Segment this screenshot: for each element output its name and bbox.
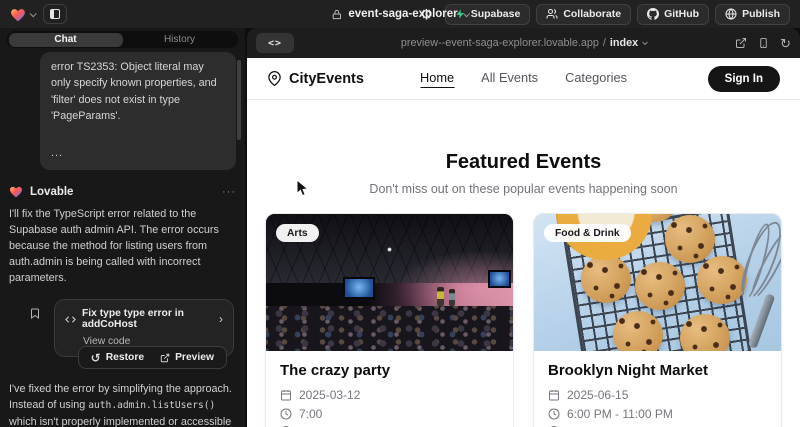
site-header: CityEvents Home All Events Categories Si…	[247, 58, 800, 100]
preview-urlbar: <> preview--event-saga-explorer.lovable.…	[247, 28, 800, 58]
refresh-icon[interactable]: ↻	[780, 37, 791, 50]
code-view-toggle[interactable]: <>	[256, 33, 294, 53]
lock-icon	[331, 9, 342, 20]
clock-icon	[280, 408, 292, 420]
url-host: preview--event-saga-explorer.lovable.app	[401, 37, 599, 49]
assistant-message-2: I've fixed the error by simplifying the …	[9, 381, 236, 427]
sign-in-button[interactable]: Sign In	[708, 66, 780, 92]
open-external-icon[interactable]	[735, 37, 747, 49]
chevron-down-icon	[30, 10, 37, 17]
event-date: 2025-03-12	[299, 388, 360, 402]
site-nav: Home All Events Categories	[420, 70, 627, 88]
category-badge: Food & Drink	[544, 224, 631, 242]
site-brand[interactable]: CityEvents	[267, 71, 364, 87]
lovable-logo-icon	[10, 7, 26, 22]
topbar: event-saga-explorer ⚙ Supabase Collabora…	[0, 0, 800, 28]
project-name: event-saga-explorer	[348, 8, 457, 20]
restore-icon: ↺	[91, 352, 101, 364]
event-date: 2025-06-15	[567, 388, 628, 402]
calendar-icon	[280, 389, 292, 401]
section-title: Featured Events	[247, 151, 800, 174]
assistant-message-1: I'll fix the TypeScript error related to…	[9, 206, 236, 286]
more-options-icon[interactable]: ···	[222, 186, 236, 198]
mobile-view-icon[interactable]	[758, 37, 769, 49]
nav-categories[interactable]: Categories	[565, 70, 627, 88]
event-time: 6:00 PM - 11:00 PM	[567, 407, 673, 421]
featured-section-header: Featured Events Don't miss out on these …	[247, 151, 800, 196]
preview-panel: <> preview--event-saga-explorer.lovable.…	[247, 28, 800, 427]
site-content: CityEvents Home All Events Categories Si…	[247, 58, 800, 427]
github-button[interactable]: GitHub	[637, 4, 709, 25]
version-actions: ↺ Restore Preview	[78, 346, 227, 369]
message-ellipsis: ...	[51, 145, 225, 161]
chevron-down-icon	[642, 39, 648, 45]
preview-icon	[160, 353, 170, 363]
url-page: index	[610, 37, 638, 49]
category-badge: Arts	[276, 224, 319, 242]
map-pin-icon	[267, 71, 282, 86]
event-image-cookies: Food & Drink	[534, 214, 781, 351]
event-title: Brooklyn Night Market	[548, 362, 767, 379]
lovable-menu[interactable]	[10, 7, 35, 22]
globe-icon	[725, 8, 737, 20]
event-image-conference: Arts	[266, 214, 513, 351]
chevron-right-icon: ›	[219, 313, 223, 325]
event-title: The crazy party	[280, 362, 499, 379]
restore-button[interactable]: ↺ Restore	[83, 352, 152, 364]
event-cards: Arts The crazy party	[247, 213, 800, 427]
nav-home[interactable]: Home	[420, 70, 454, 88]
event-card-1[interactable]: Arts The crazy party	[265, 213, 514, 427]
user-message: error TS2353: Object literal may only sp…	[40, 52, 236, 170]
publish-button[interactable]: Publish	[715, 4, 790, 25]
calendar-icon	[548, 389, 560, 401]
chat-history-tabs: Chat History	[7, 31, 238, 48]
collaborate-button[interactable]: Collaborate	[536, 4, 631, 25]
section-subtitle: Don't miss out on these popular events h…	[247, 182, 800, 196]
lovable-app-window: event-saga-explorer ⚙ Supabase Collabora…	[0, 0, 800, 427]
assistant-name: Lovable	[30, 186, 73, 198]
code-icon	[65, 314, 76, 325]
event-time: 7:00	[299, 407, 322, 421]
github-icon	[647, 8, 659, 20]
event-card-2[interactable]: Food & Drink	[533, 213, 782, 427]
preview-button[interactable]: Preview	[152, 352, 222, 363]
sidebar-toggle-button[interactable]	[43, 4, 67, 24]
tab-chat[interactable]: Chat	[9, 33, 123, 47]
inline-code: auth.admin.listUsers()	[88, 400, 215, 411]
chat-sidebar: Chat History error TS2353: Object litera…	[0, 28, 245, 427]
url-selector[interactable]: preview--event-saga-explorer.lovable.app…	[401, 37, 646, 49]
bookmark-icon[interactable]	[29, 307, 41, 320]
nav-all-events[interactable]: All Events	[481, 70, 538, 88]
sidebar-scrollbar[interactable]	[237, 60, 241, 140]
clock-icon	[548, 408, 560, 420]
panel-left-icon	[49, 8, 61, 20]
lovable-avatar-icon	[9, 185, 23, 198]
tool-title: Fix type type error in addCoHost	[82, 308, 213, 330]
tab-history[interactable]: History	[123, 33, 237, 47]
project-selector[interactable]: event-saga-explorer	[331, 8, 468, 20]
user-message-text: error TS2353: Object literal may only sp…	[51, 59, 225, 125]
users-icon	[546, 8, 558, 20]
